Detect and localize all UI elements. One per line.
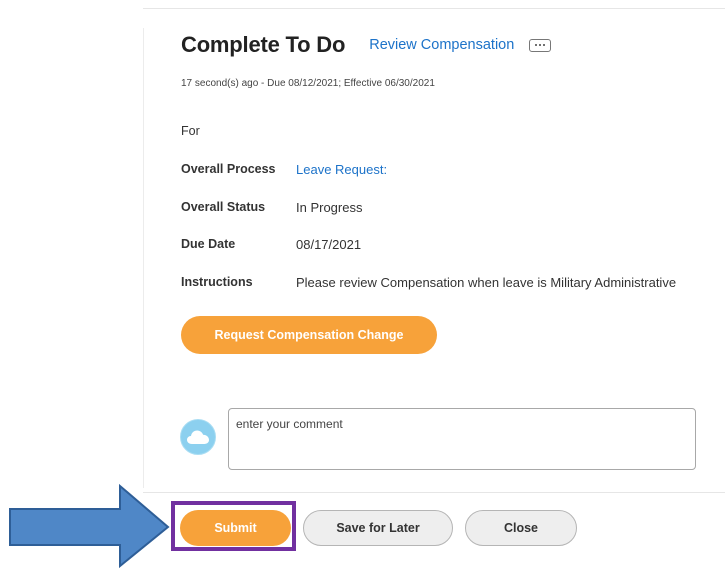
leave-request-link[interactable]: Leave Request: bbox=[296, 162, 387, 177]
close-button[interactable]: Close bbox=[465, 510, 577, 546]
overall-process-label: Overall Process bbox=[181, 162, 276, 176]
more-dot-icon bbox=[543, 44, 546, 46]
overall-status-label: Overall Status bbox=[181, 200, 266, 214]
more-dot-icon bbox=[539, 44, 542, 46]
more-dot-icon bbox=[535, 44, 538, 46]
submit-button[interactable]: Submit bbox=[180, 510, 291, 546]
top-divider bbox=[143, 8, 725, 9]
instructions-value: Please review Compensation when leave is… bbox=[296, 275, 677, 290]
arrow-right-icon bbox=[9, 483, 170, 569]
due-date-value: 08/17/2021 bbox=[296, 237, 362, 252]
page-header: Complete To Do Review Compensation bbox=[181, 30, 552, 60]
instructions-label: Instructions bbox=[181, 275, 253, 289]
save-for-later-button[interactable]: Save for Later bbox=[303, 510, 453, 546]
page-title: Complete To Do bbox=[181, 32, 346, 57]
avatar bbox=[180, 419, 216, 455]
left-divider bbox=[143, 28, 144, 488]
more-actions-button[interactable] bbox=[529, 38, 552, 52]
footer-divider bbox=[143, 492, 725, 493]
request-compensation-change-button[interactable]: Request Compensation Change bbox=[181, 316, 437, 354]
comment-input[interactable] bbox=[228, 408, 696, 470]
due-date-label: Due Date bbox=[181, 237, 236, 251]
cloud-icon bbox=[187, 430, 209, 444]
overall-status-value: In Progress bbox=[296, 200, 363, 215]
review-compensation-link[interactable]: Review Compensation bbox=[369, 37, 514, 53]
for-label: For bbox=[181, 124, 200, 138]
task-timestamp: 17 second(s) ago - Due 08/12/2021; Effec… bbox=[181, 78, 435, 89]
